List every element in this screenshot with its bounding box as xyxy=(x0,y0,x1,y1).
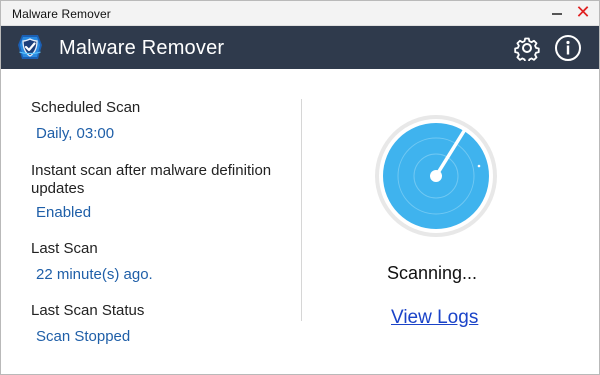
instant-scan-label: Instant scan after malware definition up… xyxy=(31,162,272,197)
shield-icon xyxy=(15,32,45,62)
info-icon[interactable] xyxy=(554,34,582,62)
last-scan-label: Last Scan xyxy=(31,240,98,257)
vertical-divider xyxy=(301,99,302,321)
scheduled-scan-value: Daily, 03:00 xyxy=(36,125,115,142)
minimize-button[interactable] xyxy=(549,5,565,21)
app-header: Malware Remover xyxy=(1,26,599,69)
window-title: Malware Remover xyxy=(12,7,111,21)
last-scan-status-value: Scan Stopped xyxy=(36,328,131,345)
close-button[interactable]: ✕ xyxy=(573,3,593,23)
app-window: Malware Remover ✕ Malware Remover Schedu… xyxy=(0,0,600,375)
scheduled-scan-label: Scheduled Scan xyxy=(31,99,141,116)
last-scan-status-label: Last Scan Status xyxy=(31,302,145,319)
instant-scan-value: Enabled xyxy=(36,204,92,221)
radar-scan-icon xyxy=(374,114,498,238)
gear-icon[interactable] xyxy=(514,35,540,63)
app-name: Malware Remover xyxy=(59,37,225,59)
last-scan-value: 22 minute(s) ago. xyxy=(36,266,153,283)
view-logs-link[interactable]: View Logs xyxy=(391,307,478,329)
scan-status-text: Scanning... xyxy=(387,263,478,283)
title-bar: Malware Remover ✕ xyxy=(1,1,599,26)
